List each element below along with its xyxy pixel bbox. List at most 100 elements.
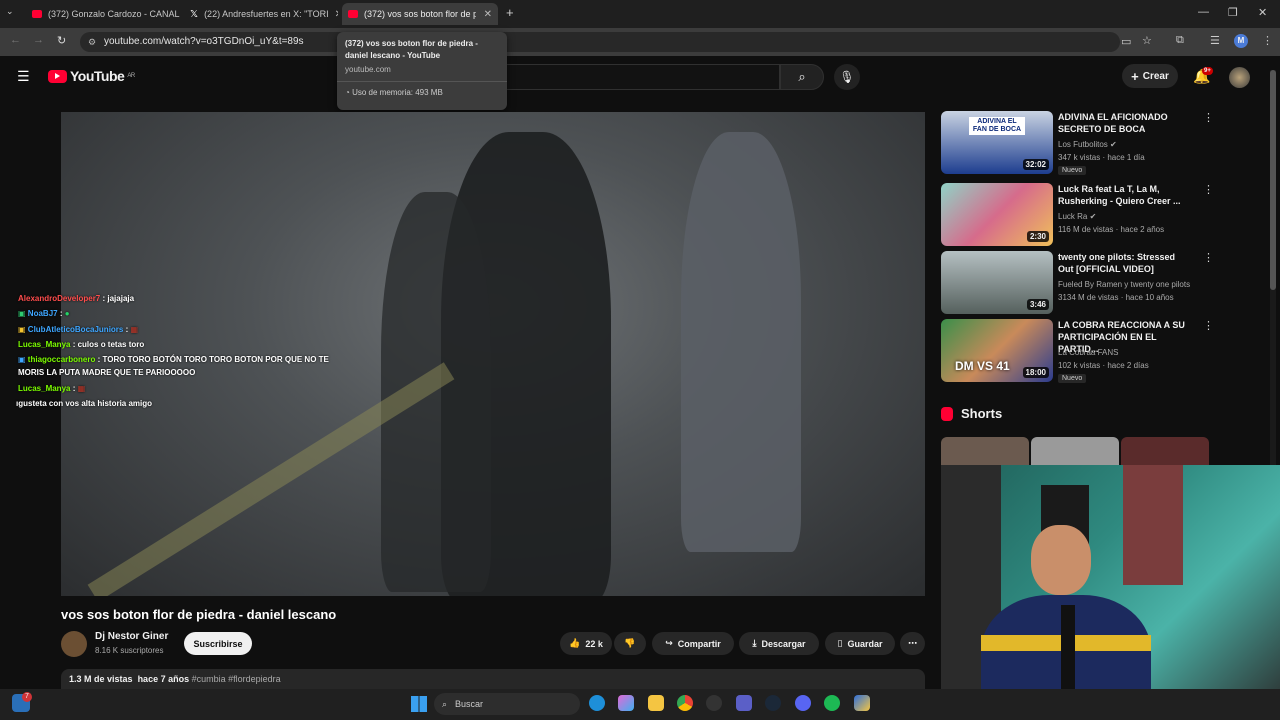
chat-badge-icon: ▣ — [18, 309, 26, 318]
create-button[interactable]: + Crear — [1122, 64, 1178, 88]
microphone-icon: 🎙 — [839, 70, 855, 84]
windows-taskbar — [0, 689, 1280, 720]
bookmark-star-icon[interactable]: ☆ — [1142, 34, 1152, 47]
download-button[interactable]: ⤓ Descargar — [739, 632, 819, 655]
recommendation-item[interactable]: ADIVINA EL FAN DE BOCA 32:02 ADIVINA EL … — [941, 111, 1214, 175]
hashtags[interactable]: #cumbia #flordepiedra — [192, 674, 281, 684]
short-thumbnail[interactable] — [1121, 437, 1209, 467]
recommendation-item[interactable]: DM VS 41 18:00 LA COBRA REACCIONA A SU P… — [941, 319, 1214, 383]
search-input[interactable] — [500, 64, 780, 90]
teams-icon[interactable] — [736, 695, 752, 711]
close-tab-icon[interactable]: ✕ — [478, 9, 492, 20]
cast-icon[interactable]: ▭ — [1121, 35, 1131, 48]
dislike-button[interactable]: 👎 — [614, 632, 646, 655]
address-bar[interactable]: ⚙ youtube.com/watch?v=o3TGDnOi_uY&t=89s — [80, 32, 1120, 52]
create-label: Crear — [1142, 70, 1169, 82]
steam-icon[interactable] — [765, 695, 781, 711]
back-icon[interactable]: ← — [10, 34, 21, 46]
file-explorer-icon[interactable] — [648, 695, 664, 711]
recommendation-channel: Fueled By Ramen y twenty one pilots — [1058, 280, 1191, 289]
more-vertical-icon[interactable]: ⋮ — [1203, 251, 1214, 264]
browser-tab-3-active[interactable]: (372) vos sos boton flor de pied ✕ — [342, 3, 498, 25]
browser-tab-2[interactable]: 𝕏 (22) Andresfuertes en X: "TORI ✕ — [184, 3, 338, 25]
plus-icon: + — [1131, 68, 1139, 84]
more-vertical-icon[interactable]: ⋮ — [1203, 319, 1214, 332]
site-info-icon[interactable]: ⚙ — [88, 32, 96, 52]
recommendation-channel-row: Luck Ra ✔ — [1058, 212, 1096, 221]
share-icon: ↪ — [665, 638, 673, 648]
close-window-icon[interactable]: ✕ — [1258, 6, 1267, 19]
channel-name[interactable]: Dj Nestor Giner — [95, 631, 168, 642]
chat-message: ▣ NoaBJ7 : ● — [18, 309, 70, 318]
minimize-icon[interactable]: — — [1198, 6, 1209, 18]
app-icon[interactable] — [854, 695, 870, 711]
video-thumbnail[interactable]: 3:46 — [941, 251, 1053, 314]
tab-search-icon[interactable]: ⌄ — [6, 6, 14, 17]
copilot-icon[interactable] — [618, 695, 634, 711]
chat-message-continued: MORIS LA PUTA MADRE QUE TE PARIOOOOO — [18, 367, 195, 378]
subscriber-count: 8.16 K suscriptores — [95, 646, 164, 655]
taskbar-search-input[interactable]: ⌕ Buscar — [434, 693, 580, 715]
short-thumbnail[interactable] — [941, 437, 1029, 467]
hover-card-memory: Uso de memoria: 493 MB — [352, 88, 443, 97]
chrome-icon[interactable] — [677, 695, 693, 711]
search-icon: ⌕ — [442, 698, 448, 709]
chat-text: TORO TORO BOTÓN TORO TORO BOTON POR QUE … — [102, 355, 329, 364]
subscribe-button[interactable]: Suscribirse — [184, 632, 252, 655]
reload-icon[interactable]: ↻ — [57, 34, 66, 47]
chat-text: MORIS LA PUTA MADRE QUE TE PARIOOOOO — [18, 368, 196, 377]
new-tab-button[interactable]: + — [506, 5, 514, 20]
spotify-icon[interactable] — [824, 695, 840, 711]
hover-card-domain: youtube.com — [345, 65, 391, 74]
like-count: 22 k — [585, 638, 603, 649]
share-label: Compartir — [677, 638, 721, 649]
more-actions-button[interactable]: ⋯ — [900, 632, 925, 655]
channel-avatar[interactable] — [61, 631, 87, 657]
more-vertical-icon[interactable]: ⋮ — [1203, 183, 1214, 196]
youtube-logo[interactable]: YouTube AR — [48, 68, 135, 84]
thumbnail-text: DM VS 41 — [955, 359, 1010, 373]
short-thumbnail[interactable] — [1031, 437, 1119, 467]
video-thumbnail[interactable]: DM VS 41 18:00 — [941, 319, 1053, 382]
search-button[interactable]: ⌕ — [780, 64, 824, 90]
thumbs-down-icon: 👎 — [624, 638, 636, 648]
share-button[interactable]: ↪ Compartir — [652, 632, 734, 655]
account-avatar[interactable] — [1229, 67, 1250, 88]
profile-avatar[interactable]: M — [1234, 34, 1248, 48]
video-duration: 18:00 — [1022, 367, 1049, 378]
github-icon[interactable] — [706, 695, 722, 711]
recommendation-meta: 102 k vistas · hace 2 días — [1058, 361, 1149, 370]
voice-search-button[interactable]: 🎙 — [834, 64, 860, 90]
more-vertical-icon[interactable]: ⋮ — [1203, 111, 1214, 124]
scrollbar-thumb[interactable] — [1270, 70, 1276, 290]
close-tab-icon[interactable]: ✕ — [329, 9, 338, 20]
extensions-icon[interactable]: ⧉ — [1176, 34, 1184, 47]
notification-count-badge: 9+ — [1202, 67, 1213, 75]
discord-icon[interactable] — [795, 695, 811, 711]
chat-emote-icon: ▦ — [77, 384, 86, 393]
windows-start-icon[interactable] — [411, 696, 427, 712]
save-button[interactable]: ▯ Guardar — [825, 632, 895, 655]
webcam-poster — [1123, 465, 1183, 585]
hamburger-menu-icon[interactable]: ☰ — [17, 68, 30, 85]
recommendation-item[interactable]: 3:46 twenty one pilots: Stressed Out [OF… — [941, 251, 1214, 315]
shorts-title: Shorts — [961, 406, 1003, 421]
chat-emote-icon: ● — [64, 309, 70, 318]
reading-list-icon[interactable]: ☰ — [1210, 34, 1220, 47]
forward-icon[interactable]: → — [33, 34, 44, 46]
edge-icon[interactable] — [589, 695, 605, 711]
video-duration: 3:46 — [1026, 299, 1049, 310]
description-box[interactable]: 1.3 M de vistas hace 7 años #cumbia #flo… — [61, 669, 925, 689]
menu-kebab-icon[interactable]: ⋮ — [1262, 34, 1273, 47]
browser-tab-1[interactable]: (372) Gonzalo Cardozo - CANAL ✕ — [26, 3, 180, 25]
maximize-icon[interactable]: ❐ — [1228, 6, 1238, 19]
video-thumbnail[interactable]: 2:30 — [941, 183, 1053, 246]
chat-text: ıgusteta con vos alta historia amigo — [16, 399, 153, 408]
chat-text: culos o tetas toro — [77, 340, 145, 349]
hover-card-title: (372) vos sos boton flor de piedra - dan… — [345, 39, 478, 60]
recommendation-channel-row: Los Futbolitos ✔ — [1058, 140, 1117, 149]
video-thumbnail[interactable]: ADIVINA EL FAN DE BOCA 32:02 — [941, 111, 1053, 174]
recommendation-item[interactable]: 2:30 Luck Ra feat La T, La M, Rusherking… — [941, 183, 1214, 247]
more-horizontal-icon: ⋯ — [908, 638, 917, 648]
like-button[interactable]: 👍 22 k — [560, 632, 612, 655]
